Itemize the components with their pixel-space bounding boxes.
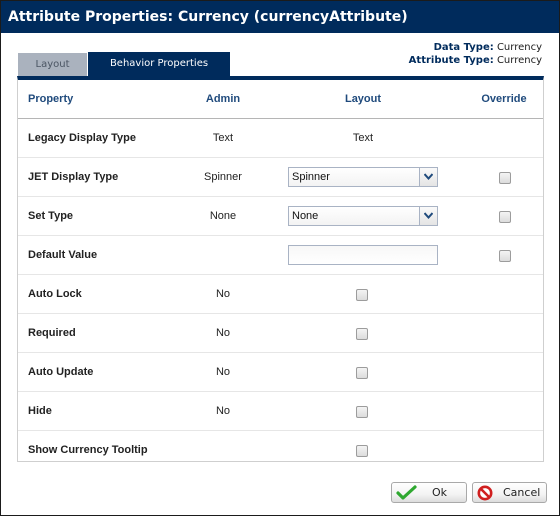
override-checkbox[interactable] (499, 250, 511, 262)
table-header: Property Admin Layout Override (18, 80, 543, 119)
chevron-down-icon (424, 212, 433, 219)
property-label: Required (28, 327, 76, 339)
table-row-set-type: Set Type None None (18, 197, 543, 236)
jet-display-type-select[interactable]: Spinner (288, 167, 438, 187)
property-label: Legacy Display Type (28, 132, 137, 144)
column-header-admin: Admin (205, 93, 241, 105)
admin-value: No (215, 327, 231, 339)
cancel-icon (477, 485, 493, 504)
admin-value: No (215, 366, 231, 378)
column-header-layout: Layout (344, 93, 382, 105)
override-checkbox[interactable] (499, 172, 511, 184)
cancel-button[interactable]: Cancel (472, 482, 547, 503)
property-label: Auto Update (28, 366, 94, 378)
data-type-line: Data Type: Currency (409, 41, 542, 54)
override-checkbox[interactable] (499, 211, 511, 223)
property-label: Default Value (28, 249, 98, 261)
admin-value: Spinner (204, 171, 242, 183)
admin-value: None (209, 210, 237, 222)
property-label: JET Display Type (28, 171, 119, 183)
tab-behavior-properties[interactable]: Behavior Properties (88, 52, 230, 76)
column-header-property: Property (28, 93, 74, 105)
hide-checkbox[interactable] (356, 406, 368, 418)
property-label: Auto Lock (28, 288, 82, 300)
admin-value: Text (212, 132, 234, 144)
property-label: Set Type (28, 210, 74, 222)
type-info: Data Type: Currency Attribute Type: Curr… (409, 41, 542, 67)
cancel-label: Cancel (503, 486, 541, 499)
table-row-jet-display-type: JET Display Type Spinner Spinner (18, 158, 543, 197)
attribute-type-label: Attribute Type: (408, 55, 494, 66)
checkmark-icon (396, 485, 418, 504)
admin-value (173, 236, 273, 274)
tab-layout[interactable]: Layout (18, 53, 87, 76)
property-label: Hide (28, 405, 52, 417)
ok-label: Ok (432, 486, 448, 499)
show-currency-tooltip-checkbox[interactable] (356, 445, 368, 457)
layout-value: Text (352, 132, 374, 144)
table-row-required: Required No (18, 314, 543, 353)
required-checkbox[interactable] (356, 328, 368, 340)
chevron-down-icon (424, 173, 433, 180)
data-type-label: Data Type: (433, 42, 494, 53)
property-label: Show Currency Tooltip (28, 444, 148, 456)
auto-lock-checkbox[interactable] (356, 289, 368, 301)
table-row-legacy-display-type: Legacy Display Type Text Text (18, 119, 543, 158)
attribute-type-value: Currency (496, 55, 542, 66)
dropdown-button[interactable] (419, 168, 437, 186)
behavior-properties-panel: Property Admin Layout Override Legacy Di… (17, 76, 544, 462)
admin-value: No (215, 288, 231, 300)
table-row-auto-update: Auto Update No (18, 353, 543, 392)
data-type-value: Currency (496, 42, 542, 53)
selected-value: None (292, 210, 319, 222)
default-value-input[interactable] (288, 245, 438, 265)
attribute-properties-dialog: Attribute Properties: Currency (currency… (0, 0, 560, 516)
selected-value: Spinner (292, 171, 330, 183)
admin-value: No (215, 405, 231, 417)
column-header-override: Override (481, 93, 527, 105)
table-row-default-value: Default Value (18, 236, 543, 275)
auto-update-checkbox[interactable] (356, 367, 368, 379)
ok-button[interactable]: Ok (391, 482, 467, 503)
table-row-hide: Hide No (18, 392, 543, 431)
admin-value (173, 431, 273, 470)
dialog-title: Attribute Properties: Currency (currency… (1, 1, 559, 33)
set-type-select[interactable]: None (288, 206, 438, 226)
table-row-auto-lock: Auto Lock No (18, 275, 543, 314)
dropdown-button[interactable] (419, 207, 437, 225)
table-row-show-currency-tooltip: Show Currency Tooltip (18, 431, 543, 470)
attribute-type-line: Attribute Type: Currency (409, 54, 542, 67)
